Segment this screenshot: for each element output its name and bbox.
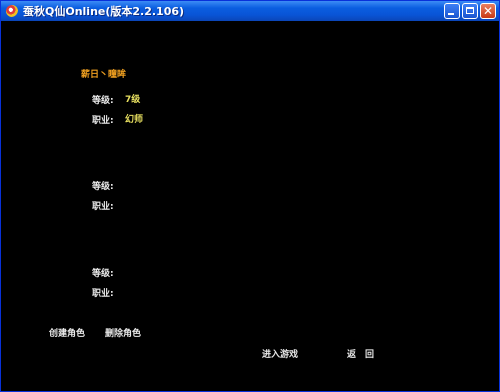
title-bar[interactable]: 蚕秋Q仙Online(版本2.2.106) ✕ bbox=[1, 1, 499, 21]
job-label: 职业: bbox=[92, 202, 114, 212]
close-button[interactable]: ✕ bbox=[480, 3, 496, 19]
job-label: 职业: bbox=[92, 116, 114, 126]
job-value: 幻师 bbox=[125, 115, 144, 125]
character-name: 薪日丶瞳眸 bbox=[81, 70, 127, 80]
close-icon: ✕ bbox=[482, 4, 494, 18]
level-label: 等级: bbox=[92, 269, 114, 279]
delete-character-button[interactable]: 删除角色 bbox=[105, 329, 141, 340]
job-label: 职业: bbox=[92, 289, 114, 299]
level-label: 等级: bbox=[92, 96, 114, 106]
enter-game-button[interactable]: 进入游戏 bbox=[262, 350, 298, 361]
create-character-button[interactable]: 创建角色 bbox=[49, 329, 85, 340]
minimize-button[interactable] bbox=[444, 3, 460, 19]
app-icon[interactable] bbox=[5, 4, 19, 18]
game-window: 蚕秋Q仙Online(版本2.2.106) ✕ 薪日丶瞳眸 等级: 7级 职业:… bbox=[0, 0, 500, 392]
character-select-screen: 薪日丶瞳眸 等级: 7级 职业: 幻师 等级: 职业: 等级: 职业: 创建角色… bbox=[1, 21, 499, 391]
level-value: 7级 bbox=[125, 95, 141, 105]
level-label: 等级: bbox=[92, 182, 114, 192]
window-title: 蚕秋Q仙Online(版本2.2.106) bbox=[23, 5, 185, 18]
minimize-icon bbox=[448, 13, 454, 15]
maximize-icon bbox=[466, 7, 474, 14]
back-button[interactable]: 返 回 bbox=[347, 350, 374, 361]
maximize-button[interactable] bbox=[462, 3, 478, 19]
